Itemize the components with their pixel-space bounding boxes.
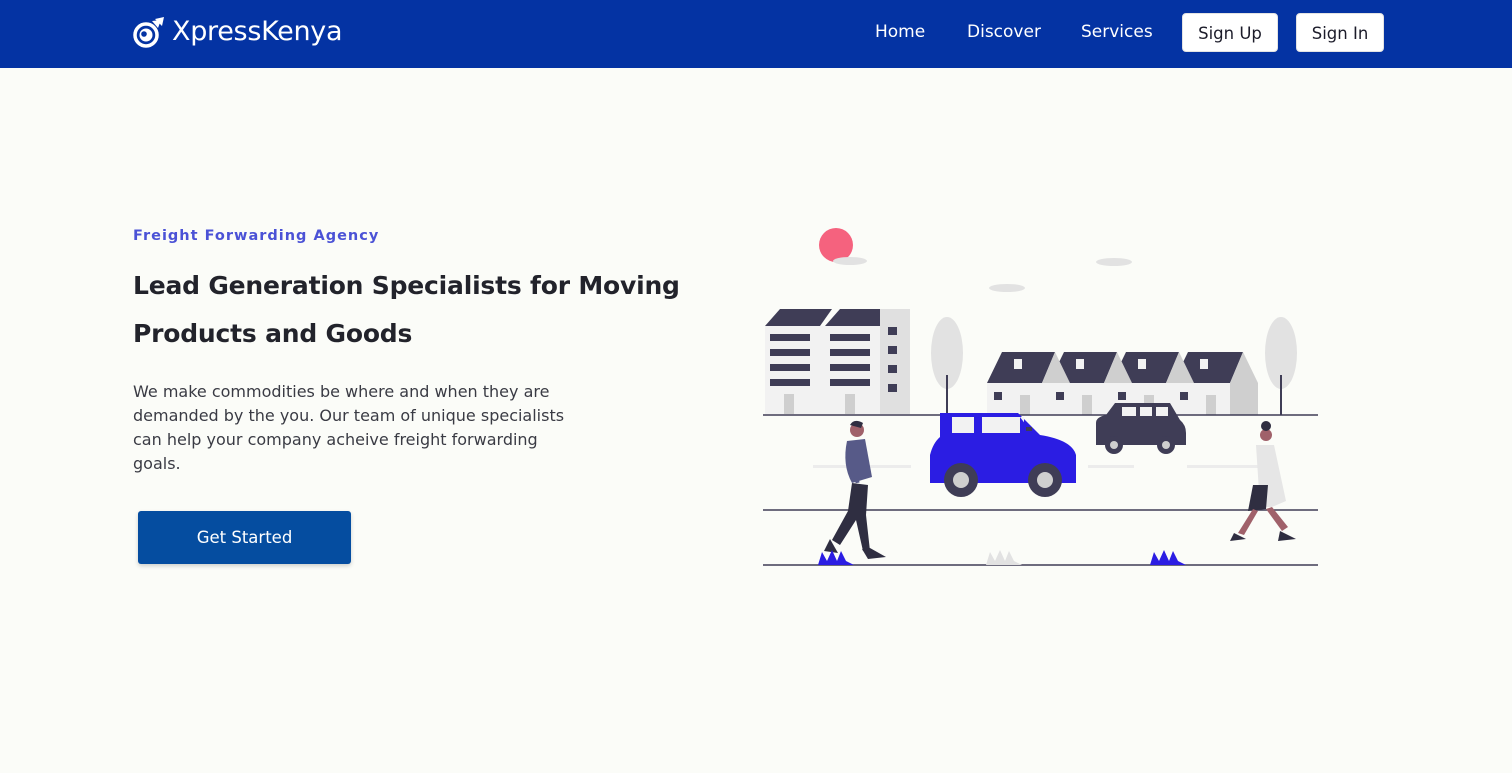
comet-logo-icon [133,17,164,48]
brand-name: XpressKenya [172,16,343,47]
tree-shape [1265,317,1297,415]
blue-car-shape [930,413,1076,497]
cloud-shape [1096,258,1132,266]
tree-shape [931,317,963,415]
nav-link-services[interactable]: Services [1081,20,1153,44]
grass-tuft-shape [1150,550,1186,565]
nav-link-discover[interactable]: Discover [967,20,1041,44]
cloud-shape [989,284,1025,292]
walking-woman-figure [1230,421,1296,541]
get-started-button[interactable]: Get Started [138,511,351,564]
lane-marking [1187,465,1259,468]
street-scene-illustration [763,228,1318,566]
grass-tuft-shape [986,550,1022,565]
brand-logo[interactable]: XpressKenya [133,14,343,50]
sign-in-button[interactable]: Sign In [1296,13,1384,52]
nav-link-home[interactable]: Home [875,20,925,44]
hero-description: We make commodities be where and when th… [133,382,565,473]
walking-man-figure [824,420,886,559]
apartment-building [765,309,910,414]
navbar: XpressKenya Home Discover Services Sign … [0,0,1512,68]
hero-headline: Lead Generation Specialists for Moving P… [133,271,680,348]
lane-marking [1088,465,1134,468]
sun-shape [819,228,853,262]
sign-up-button[interactable]: Sign Up [1182,13,1278,52]
hero-eyebrow: Freight Forwarding Agency [133,228,380,244]
cloud-shape [833,257,867,265]
dark-car-shape [1096,403,1186,454]
